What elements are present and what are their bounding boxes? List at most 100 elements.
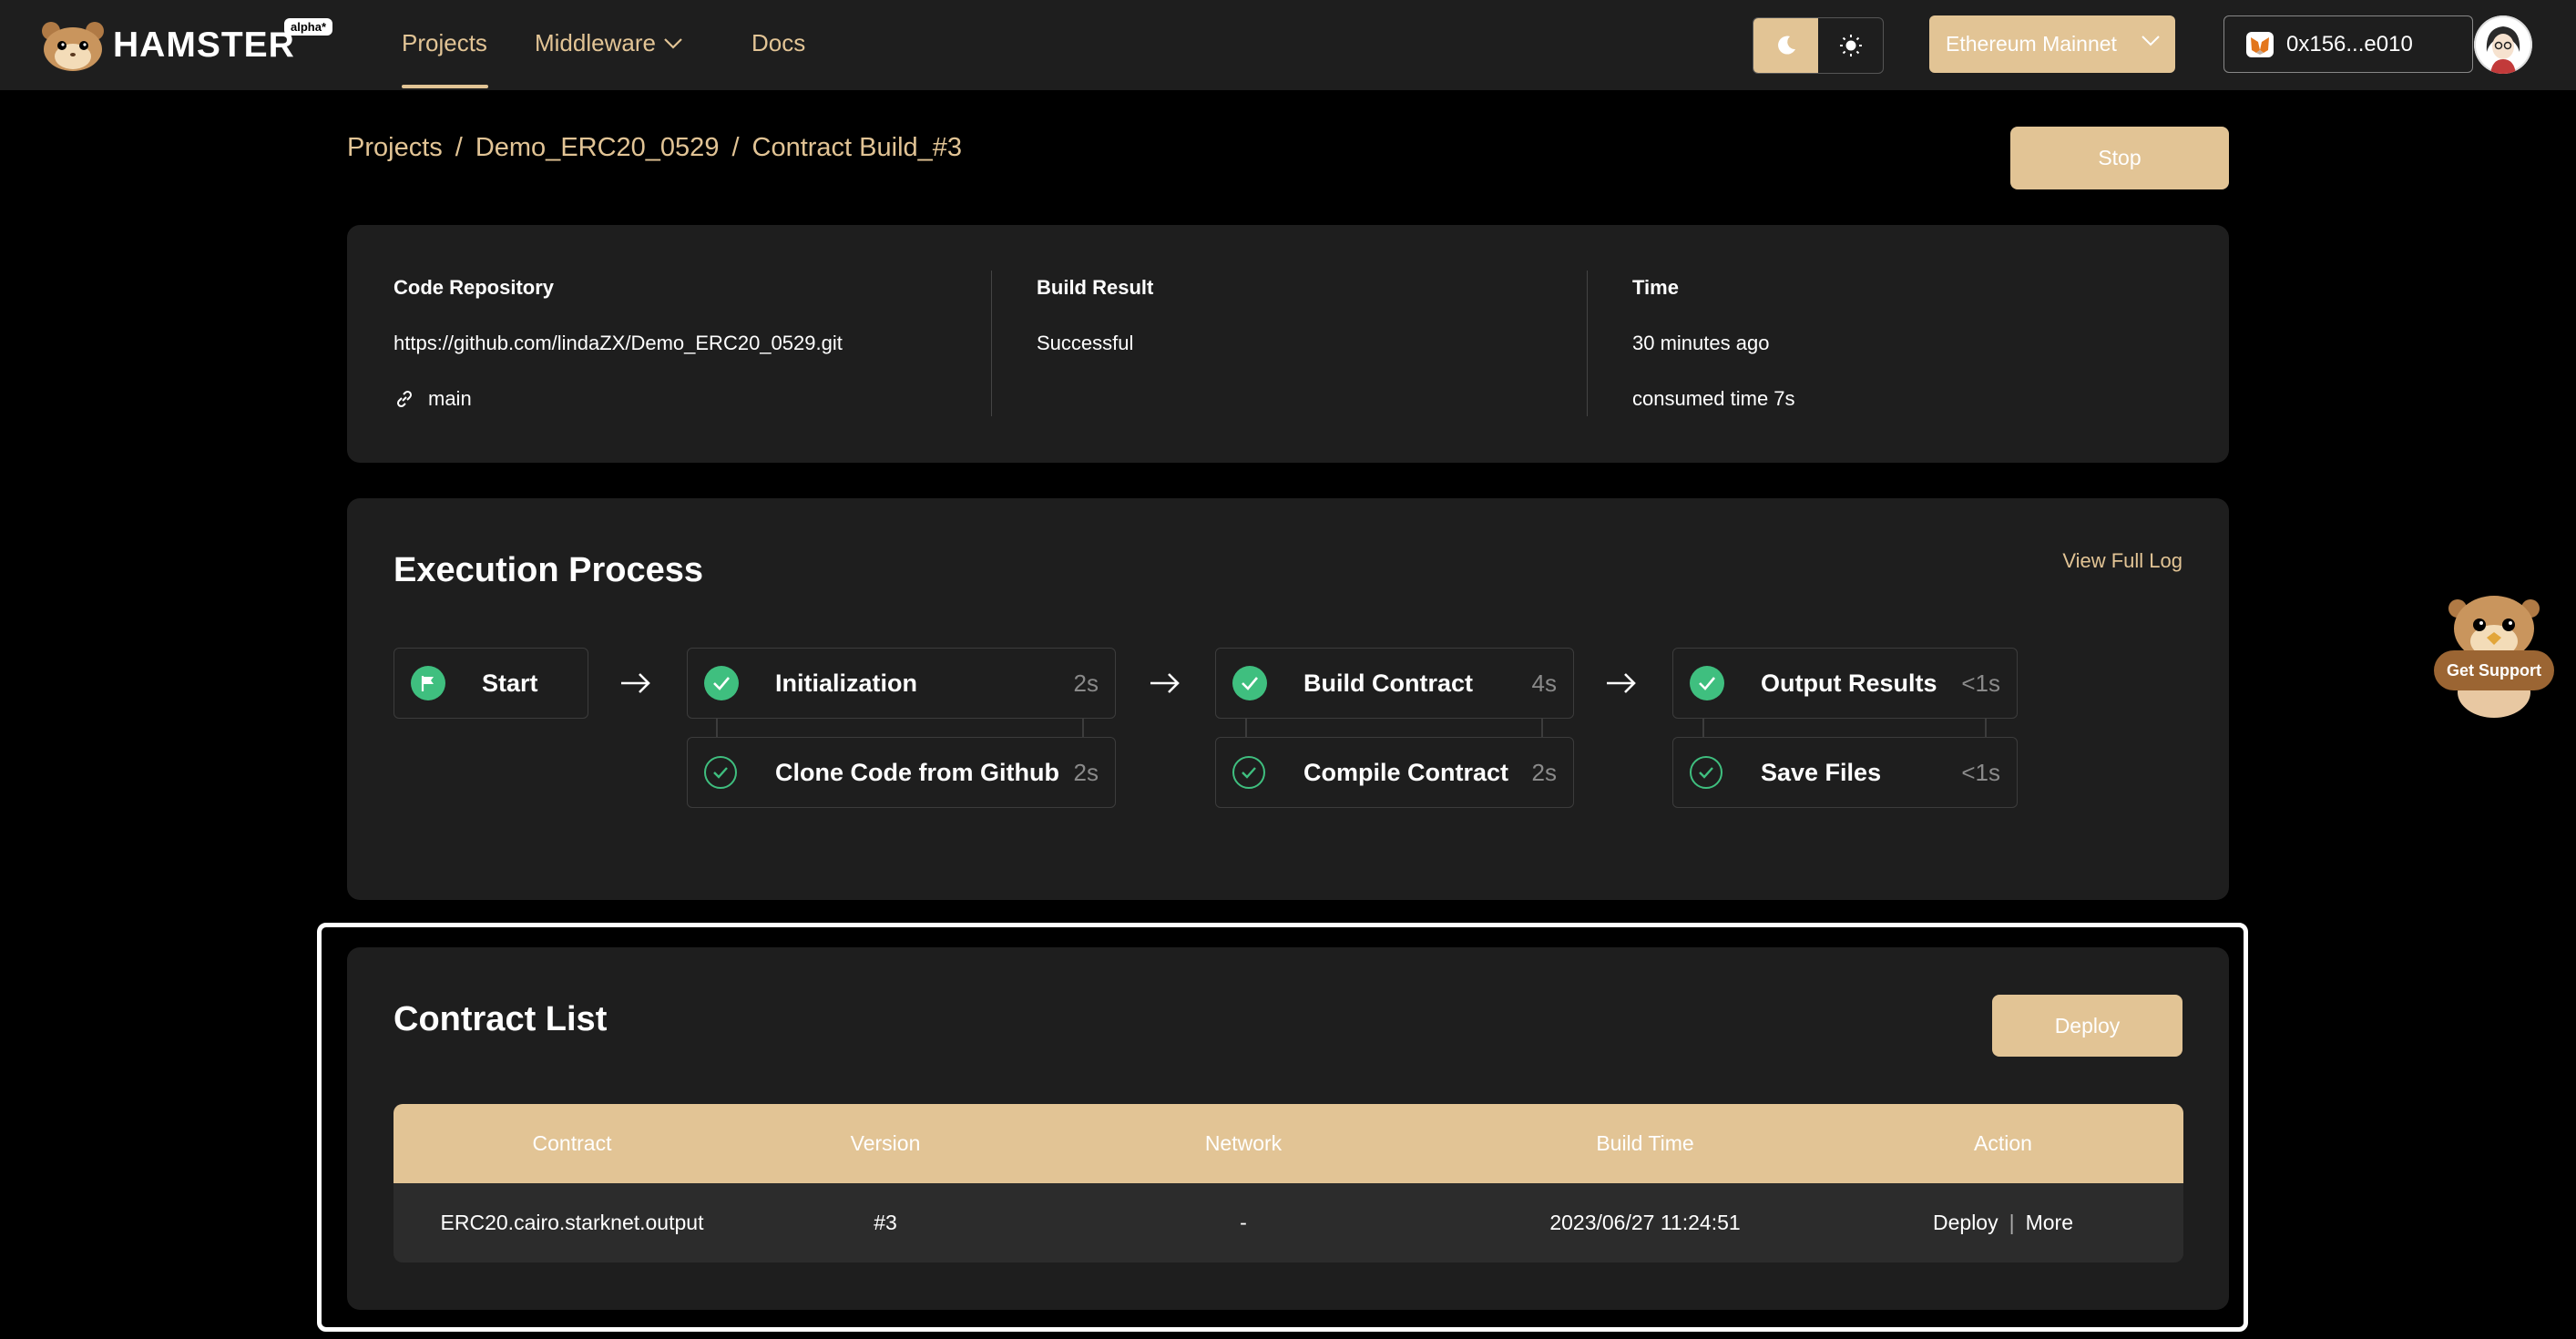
step-duration: <1s <box>1961 669 2000 697</box>
step-output-results[interactable]: Output Results <1s <box>1672 648 2018 719</box>
breadcrumb-project[interactable]: Demo_ERC20_0529 <box>475 133 720 163</box>
step-duration: 2s <box>1531 758 1557 786</box>
step-compile-contract[interactable]: Compile Contract 2s <box>1215 737 1574 808</box>
check-circle-outline-icon <box>1232 756 1265 789</box>
hamster-mascot-icon <box>2434 596 2554 718</box>
cell-actions: Deploy | More <box>1933 1211 2073 1235</box>
step-duration: 2s <box>1073 758 1099 786</box>
execution-title: Execution Process <box>394 551 704 589</box>
cell-build-time: 2023/06/27 11:24:51 <box>1549 1211 1741 1234</box>
branch-info: main <box>394 387 472 411</box>
check-circle-icon <box>1232 666 1267 700</box>
connector <box>1541 719 1543 737</box>
build-info-card: Code Repository https://github.com/linda… <box>347 225 2229 463</box>
connector <box>1702 719 1704 737</box>
moon-icon <box>1777 36 1795 55</box>
breadcrumb-separator: / <box>731 133 740 162</box>
check-circle-outline-icon <box>704 756 737 789</box>
check-circle-icon <box>704 666 739 700</box>
nav-projects[interactable]: Projects <box>402 29 487 57</box>
consumed-time: consumed time 7s <box>1632 387 1795 410</box>
row-more-link[interactable]: More <box>2026 1211 2073 1235</box>
step-name: Save Files <box>1761 758 1882 786</box>
step-build-contract[interactable]: Build Contract 4s <box>1215 648 1574 719</box>
row-deploy-link[interactable]: Deploy <box>1933 1211 1998 1235</box>
arrow-right-icon <box>621 673 650 693</box>
sun-icon <box>1839 35 1862 56</box>
nav-active-indicator <box>402 85 488 88</box>
step-name: Compile Contract <box>1303 758 1509 786</box>
step-name: Clone Code from Github <box>775 758 1059 786</box>
connector <box>716 719 718 737</box>
step-duration: 4s <box>1531 669 1557 697</box>
cell-version: #3 <box>874 1211 897 1234</box>
step-duration: <1s <box>1961 758 2000 786</box>
get-support-widget[interactable]: Get Support <box>2430 590 2558 718</box>
step-save-files[interactable]: Save Files <1s <box>1672 737 2018 808</box>
connector <box>1082 719 1084 737</box>
breadcrumb: Projects / Demo_ERC20_0529 / Contract Bu… <box>347 133 962 163</box>
step-clone-code[interactable]: Clone Code from Github 2s <box>687 737 1116 808</box>
breadcrumb-separator: / <box>455 133 463 162</box>
flag-icon <box>411 666 445 700</box>
build-result-value: Successful <box>1037 332 1134 354</box>
network-select-value: Ethereum Mainnet <box>1946 32 2117 56</box>
network-select[interactable]: Ethereum Mainnet <box>1929 15 2175 73</box>
get-support-label: Get Support <box>2447 661 2541 680</box>
repo-label: Code Repository <box>394 276 555 299</box>
table-row: ERC20.cairo.starknet.output #3 - 2023/06… <box>394 1183 2183 1262</box>
view-full-log-link[interactable]: View Full Log <box>2062 549 2182 573</box>
nav-middleware[interactable]: Middleware <box>535 29 683 57</box>
connector <box>1985 719 1987 737</box>
wallet-button[interactable]: 0x156...e010 <box>2223 15 2473 73</box>
wallet-address: 0x156...e010 <box>2286 31 2413 56</box>
build-result-label: Build Result <box>1037 276 1154 299</box>
column-header-action: Action <box>1974 1131 2032 1155</box>
step-initialization[interactable]: Initialization 2s <box>687 648 1116 719</box>
branch-name: main <box>428 387 472 410</box>
deploy-button[interactable]: Deploy <box>1992 995 2182 1057</box>
chevron-down-icon <box>664 37 682 49</box>
arrow-right-icon <box>1607 673 1636 693</box>
column-header-contract: Contract <box>532 1131 612 1155</box>
repo-url[interactable]: https://github.com/lindaZX/Demo_ERC20_05… <box>394 332 843 355</box>
time-label: Time <box>1632 276 1679 299</box>
time-ago: 30 minutes ago <box>1632 332 1770 354</box>
top-navbar: HAMSTER alpha* Projects Middleware Docs <box>0 0 2576 90</box>
arrow-right-icon <box>1150 673 1180 693</box>
check-circle-outline-icon <box>1690 756 1722 789</box>
step-name: Build Contract <box>1303 669 1473 697</box>
nav-docs[interactable]: Docs <box>751 29 805 57</box>
stop-button[interactable]: Stop <box>2010 127 2229 189</box>
column-header-build-time: Build Time <box>1596 1131 1694 1155</box>
check-circle-icon <box>1690 666 1724 700</box>
step-duration: 2s <box>1073 669 1099 697</box>
contract-table-header: Contract Version Network Build Time Acti… <box>394 1104 2183 1183</box>
action-separator: | <box>2009 1211 2015 1234</box>
user-avatar[interactable] <box>2474 15 2532 74</box>
avatar-icon <box>2474 15 2532 74</box>
column-header-network: Network <box>1204 1131 1283 1155</box>
divider <box>991 271 992 416</box>
column-header-version: Version <box>850 1131 921 1155</box>
divider <box>1587 271 1588 416</box>
logo[interactable]: HAMSTER <box>40 20 295 71</box>
metamask-fox-icon <box>2246 31 2274 57</box>
brand-name: HAMSTER <box>113 26 295 65</box>
cell-contract: ERC20.cairo.starknet.output <box>440 1211 704 1234</box>
breadcrumb-projects[interactable]: Projects <box>347 133 443 163</box>
step-name: Output Results <box>1761 669 1937 697</box>
theme-toggle[interactable] <box>1753 17 1884 74</box>
step-start-label: Start <box>482 669 538 697</box>
step-start[interactable]: Start <box>394 648 588 719</box>
step-name: Initialization <box>775 669 918 697</box>
light-mode-button[interactable] <box>1818 18 1883 73</box>
link-icon <box>396 390 413 408</box>
nav-middleware-label: Middleware <box>535 29 656 56</box>
contract-list-title: Contract List <box>394 1000 608 1038</box>
alpha-badge: alpha* <box>284 18 333 36</box>
cell-network: - <box>1240 1211 1247 1234</box>
breadcrumb-current: Contract Build_#3 <box>751 133 963 162</box>
dark-mode-button[interactable] <box>1753 18 1818 73</box>
chevron-down-icon <box>2142 36 2160 46</box>
